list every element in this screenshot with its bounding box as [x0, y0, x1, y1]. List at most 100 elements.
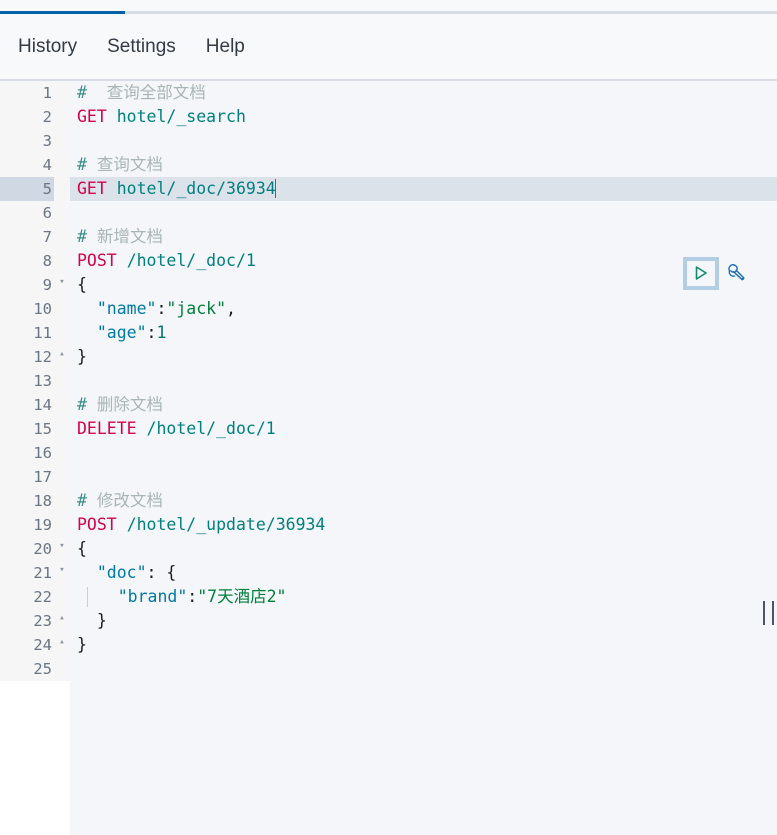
code-line[interactable]: 10 "name":"jack",: [0, 297, 777, 321]
code-token: "doc": [96, 563, 147, 582]
code-token: "jack": [166, 299, 227, 318]
fold-toggle-icon[interactable]: ▴: [54, 609, 70, 633]
line-content[interactable]: "brand":"7天酒店2": [70, 585, 777, 609]
code-line[interactable]: 21 ▾ "doc": {: [0, 561, 777, 585]
code-token: 修改文档: [86, 491, 163, 510]
fold-placeholder: [54, 417, 70, 441]
code-token: /hotel/_doc/1: [126, 251, 256, 270]
code-line[interactable]: 12 ▴}: [0, 345, 777, 369]
panel-resize-grip[interactable]: [763, 601, 774, 625]
code-token: :: [146, 563, 167, 582]
code-token: GET: [77, 179, 107, 198]
line-content[interactable]: GET hotel/_doc/36934: [70, 177, 777, 201]
fold-placeholder: [54, 153, 70, 177]
run-request-button[interactable]: [683, 256, 719, 290]
code-line[interactable]: 2 GET hotel/_search: [0, 105, 777, 129]
menu-item-settings[interactable]: Settings: [97, 32, 186, 62]
fold-toggle-icon[interactable]: ▾: [54, 537, 70, 561]
line-content[interactable]: [70, 129, 777, 153]
code-token: 1: [156, 323, 167, 342]
code-token: hotel/_search: [116, 107, 246, 126]
code-line[interactable]: 19 POST /hotel/_update/36934: [0, 513, 777, 537]
code-line[interactable]: 22 "brand":"7天酒店2": [0, 585, 777, 609]
menu-item-history[interactable]: History: [8, 32, 87, 62]
code-line[interactable]: 18 # 修改文档: [0, 489, 777, 513]
line-number: 24: [0, 633, 54, 657]
code-line[interactable]: 1 # 查询全部文档: [0, 81, 777, 105]
code-line[interactable]: 13: [0, 369, 777, 393]
code-line[interactable]: 5 GET hotel/_doc/36934: [0, 177, 777, 201]
line-content[interactable]: [70, 465, 777, 489]
code-line[interactable]: 20 ▾ {: [0, 537, 777, 561]
fold-toggle-icon[interactable]: ▴: [54, 633, 70, 657]
line-content[interactable]: "age":1: [70, 321, 777, 345]
fold-glyph: ▾: [59, 565, 65, 575]
wrench-icon: [728, 264, 745, 281]
code-token: "7天酒店2": [197, 587, 287, 606]
line-content[interactable]: "name":"jack",: [70, 297, 777, 321]
code-line[interactable]: 7 # 新增文档: [0, 225, 777, 249]
line-content[interactable]: POST /hotel/_doc/1: [70, 249, 777, 273]
code-lines-container[interactable]: 1 # 查询全部文档 2 GET hotel/_search 3 4 # 查询文档 5 GET …: [0, 81, 777, 681]
line-content[interactable]: }: [70, 633, 777, 657]
code-line[interactable]: 6: [0, 201, 777, 225]
line-content[interactable]: # 新增文档: [70, 225, 777, 249]
fold-toggle-icon[interactable]: ▾: [54, 561, 70, 585]
code-token: "brand": [117, 587, 188, 606]
code-token: #: [77, 491, 87, 510]
code-token: :: [156, 299, 167, 318]
fold-glyph: ▴: [59, 349, 65, 359]
line-content[interactable]: {: [70, 273, 777, 297]
line-content[interactable]: "doc": {: [70, 561, 777, 585]
fold-placeholder: [54, 81, 70, 105]
line-content[interactable]: # 删除文档: [70, 393, 777, 417]
line-content[interactable]: [70, 657, 777, 681]
code-line[interactable]: 15 DELETE /hotel/_doc/1: [0, 417, 777, 441]
code-line[interactable]: 25: [0, 657, 777, 681]
line-content[interactable]: [70, 441, 777, 465]
code-line[interactable]: 23 ▴ }: [0, 609, 777, 633]
code-line[interactable]: 14 # 删除文档: [0, 393, 777, 417]
line-number: 16: [0, 441, 54, 465]
fold-toggle-icon[interactable]: ▴: [54, 345, 70, 369]
fold-placeholder: [54, 489, 70, 513]
code-token: "name": [96, 299, 157, 318]
code-line[interactable]: 16: [0, 441, 777, 465]
line-number: 15: [0, 417, 54, 441]
line-number: 5: [0, 177, 54, 201]
code-editor[interactable]: 1 # 查询全部文档 2 GET hotel/_search 3 4 # 查询文档 5 GET …: [0, 81, 777, 835]
fold-placeholder: [54, 369, 70, 393]
menu-item-help[interactable]: Help: [196, 32, 255, 62]
line-content[interactable]: [70, 369, 777, 393]
line-content[interactable]: # 修改文档: [70, 489, 777, 513]
line-content[interactable]: POST /hotel/_update/36934: [70, 513, 777, 537]
code-line[interactable]: 9 ▾ {: [0, 273, 777, 297]
text-cursor: [274, 179, 276, 198]
line-number: 17: [0, 465, 54, 489]
line-content[interactable]: DELETE /hotel/_doc/1: [70, 417, 777, 441]
line-content[interactable]: {: [70, 537, 777, 561]
code-line[interactable]: 3: [0, 129, 777, 153]
fold-placeholder: [54, 393, 70, 417]
code-line[interactable]: 4 # 查询文档: [0, 153, 777, 177]
line-content[interactable]: }: [70, 609, 777, 633]
code-line[interactable]: 24 ▴}: [0, 633, 777, 657]
fold-placeholder: [54, 657, 70, 681]
line-content[interactable]: # 查询文档: [70, 153, 777, 177]
code-token: }: [77, 347, 87, 366]
line-action-buttons: [683, 256, 749, 290]
line-content[interactable]: GET hotel/_search: [70, 105, 777, 129]
code-line[interactable]: 11 "age":1: [0, 321, 777, 345]
line-content[interactable]: [70, 201, 777, 225]
fold-toggle-icon[interactable]: ▾: [54, 273, 70, 297]
code-line[interactable]: 8 POST /hotel/_doc/1: [0, 249, 777, 273]
line-content[interactable]: # 查询全部文档: [70, 81, 777, 105]
code-line[interactable]: 17: [0, 465, 777, 489]
request-options-button[interactable]: [723, 260, 749, 286]
fold-placeholder: [54, 297, 70, 321]
line-content[interactable]: }: [70, 345, 777, 369]
